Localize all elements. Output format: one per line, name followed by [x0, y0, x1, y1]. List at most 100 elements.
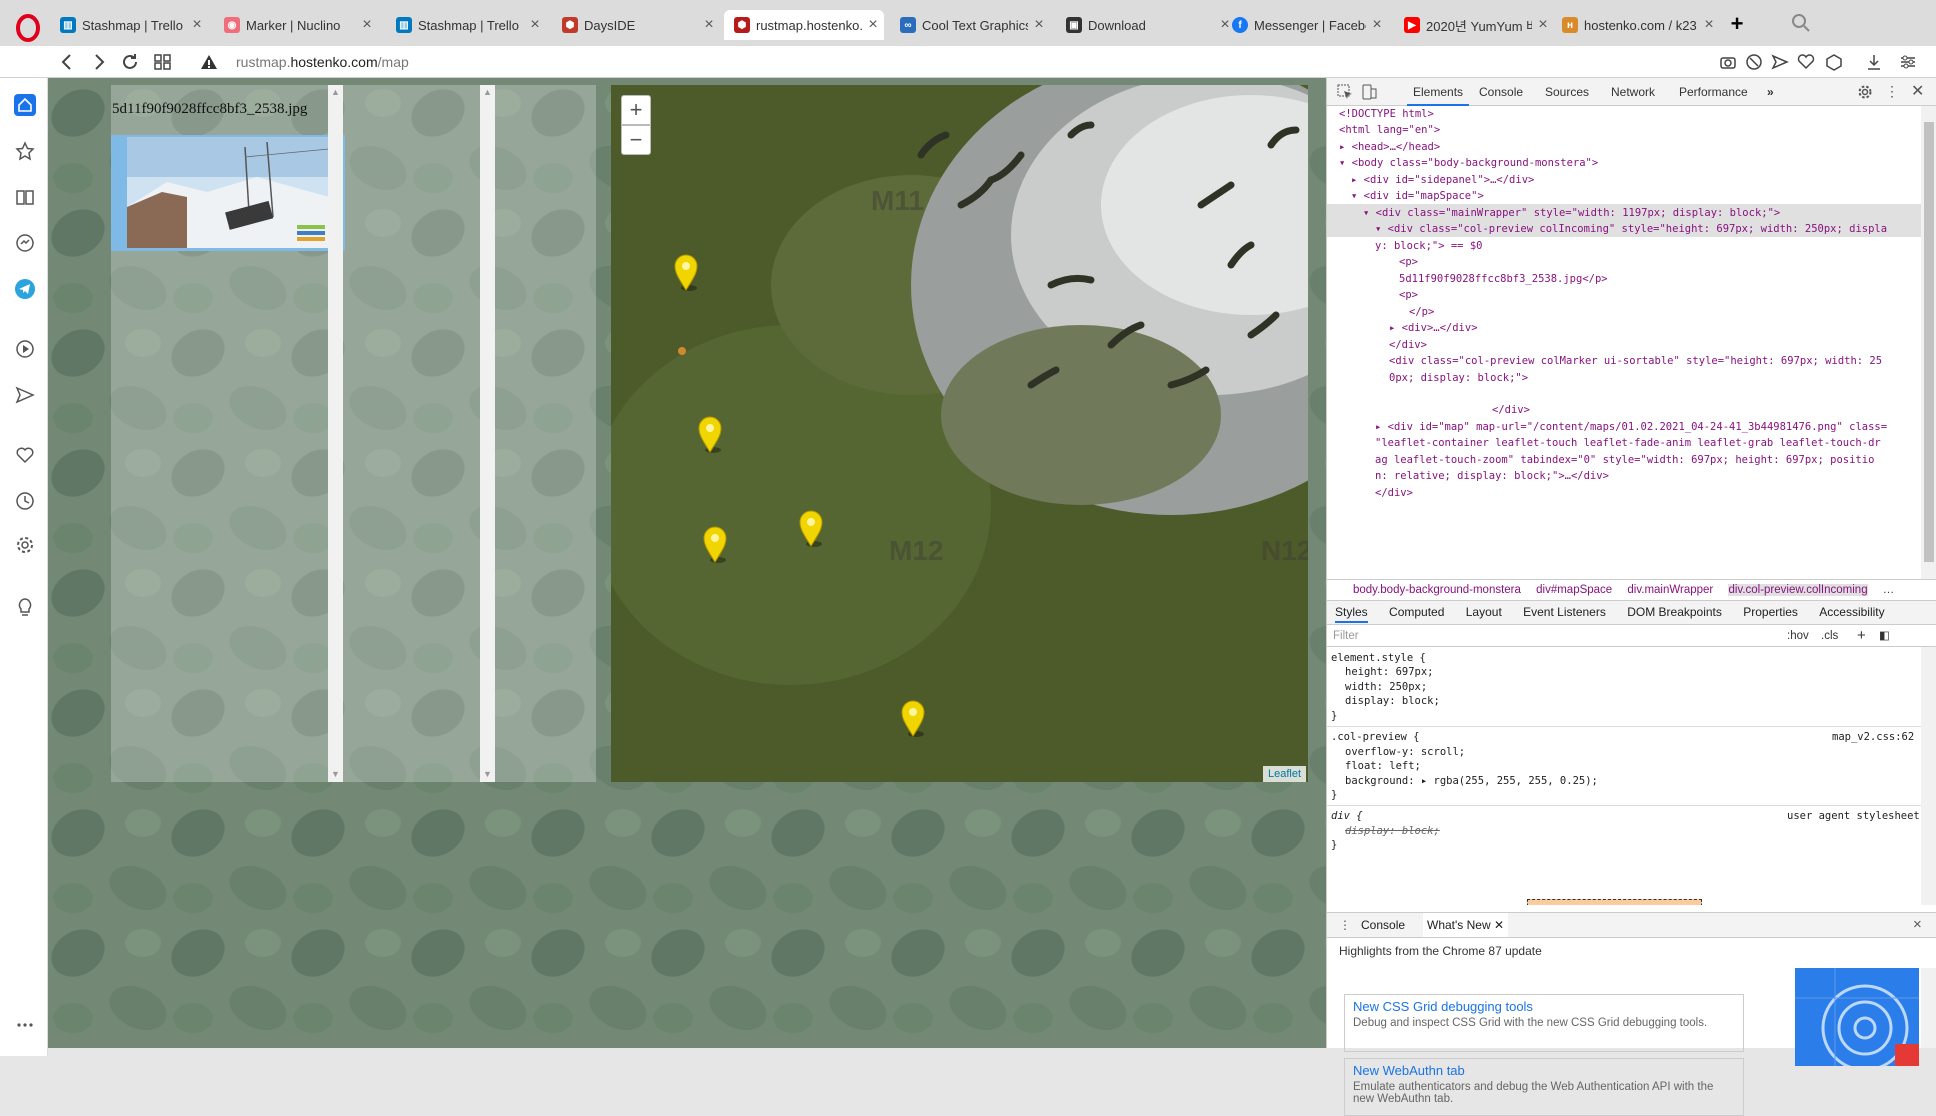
close-icon[interactable]: × — [698, 16, 720, 34]
devtools-tab-console[interactable]: Console — [1479, 78, 1523, 106]
messenger-icon[interactable] — [14, 232, 36, 254]
new-tab-button[interactable]: + — [1724, 12, 1750, 38]
subtab-layout[interactable]: Layout — [1466, 605, 1502, 619]
close-devtools-icon[interactable]: ✕ — [1911, 81, 1924, 101]
stylesheet-link[interactable]: map_v2.css:62 — [1832, 730, 1914, 745]
breadcrumb-mapspace[interactable]: div#mapSpace — [1536, 584, 1612, 596]
close-icon[interactable]: × — [1532, 16, 1554, 34]
close-icon[interactable]: × — [186, 16, 208, 34]
scroll-up-arrow-icon[interactable]: ▲ — [480, 85, 495, 100]
dom-line-marker[interactable]: <div class="col-preview colMarker ui-sor… — [1389, 353, 1882, 370]
close-tab-icon[interactable]: ✕ — [1494, 918, 1504, 932]
dom-line-div-close2[interactable]: </div> — [1492, 402, 1530, 419]
player-icon[interactable] — [14, 338, 36, 360]
map-marker-icon[interactable] — [900, 700, 926, 738]
marker-preview-column[interactable] — [361, 85, 596, 782]
styles-filter-input[interactable]: Filter — [1333, 625, 1359, 647]
warning-icon[interactable] — [198, 52, 220, 72]
styles-scrollbar[interactable] — [1921, 647, 1936, 905]
zoom-in-button[interactable]: + — [621, 95, 651, 125]
decl-height[interactable]: height: 697px; — [1345, 665, 1434, 680]
subtab-dom-breakpoints[interactable]: DOM Breakpoints — [1627, 605, 1722, 619]
easy-setup-icon[interactable] — [1898, 52, 1918, 72]
tab-rustmap[interactable]: ⬢ rustmap.hostenko.co × — [724, 10, 884, 40]
bookmarks-icon[interactable] — [14, 140, 36, 162]
tab-marker-nuclino[interactable]: ◉ Marker | Nuclino × — [214, 10, 378, 40]
leaflet-attribution-link[interactable]: Leaflet — [1262, 766, 1306, 782]
reading-list-icon[interactable] — [14, 186, 36, 208]
incoming-preview-column[interactable]: 5d11f90f9028ffcc8bf3_2538.jpg — [111, 85, 361, 782]
breadcrumb-col-preview[interactable]: div.col-preview.colIncoming — [1728, 584, 1868, 596]
heart-icon[interactable] — [14, 444, 36, 466]
settings-gear-icon[interactable] — [1857, 84, 1873, 100]
dom-line-map-4[interactable]: n: relative; display: block;">…</div> — [1375, 468, 1609, 485]
decl-float[interactable]: float: left; — [1345, 759, 1421, 774]
decl-background[interactable]: background: ▸ rgba(255, 255, 255, 0.25); — [1345, 774, 1598, 789]
whats-new-thumbnail[interactable] — [1795, 968, 1919, 1066]
map-marker-icon[interactable] — [673, 254, 699, 292]
scroll-up-arrow-icon[interactable]: ▲ — [328, 85, 343, 100]
scroll-down-arrow-icon[interactable]: ▼ — [328, 767, 343, 782]
tab-stashmap-trello[interactable]: ▥ Stashmap | Trello × — [50, 10, 208, 40]
drawer-menu-icon[interactable]: ⋮ — [1339, 913, 1351, 937]
tab-daysside[interactable]: ⬢ DaysIDE × — [552, 10, 720, 40]
tab-download[interactable]: ▣ Download × — [1056, 10, 1236, 40]
marker-scrollbar[interactable]: ▲ ▼ — [480, 85, 495, 782]
tab-youtube[interactable]: ▶ 2020년 YumYum 버 × — [1394, 10, 1554, 40]
more-tabs-icon[interactable]: » — [1767, 78, 1774, 106]
dom-line-map-2[interactable]: "leaflet-container leaflet-touch leaflet… — [1375, 435, 1881, 452]
dom-line-div-collapsed[interactable]: ▸ <div>…</div> — [1389, 320, 1478, 337]
heart-bookmark-icon[interactable] — [1796, 52, 1816, 72]
subtab-styles[interactable]: Styles — [1335, 605, 1368, 623]
zoom-out-button[interactable]: − — [621, 125, 651, 155]
preview-thumbnail-selected[interactable] — [111, 135, 345, 251]
download-icon[interactable] — [1864, 52, 1884, 72]
device-toolbar-icon[interactable] — [1361, 84, 1377, 100]
more-icon[interactable] — [14, 1014, 36, 1036]
breadcrumb-more[interactable]: … — [1883, 584, 1895, 596]
card-title[interactable]: New WebAuthn tab — [1353, 1063, 1735, 1078]
tab-search-icon[interactable] — [1790, 12, 1812, 34]
breadcrumb-body[interactable]: body.body-background-monstera — [1353, 584, 1521, 596]
dom-line-incoming[interactable]: ▾ <div class="col-preview colIncoming" s… — [1375, 221, 1887, 238]
leaflet-map[interactable]: M11 M12 N12 + − Leaflet — [611, 85, 1308, 782]
devtools-tab-network[interactable]: Network — [1611, 78, 1655, 106]
opera-logo-icon[interactable] — [14, 14, 42, 42]
close-icon[interactable]: × — [1698, 16, 1720, 34]
drawer-tab-console[interactable]: Console — [1361, 913, 1405, 937]
dom-line-p-text[interactable]: 5d11f90f9028ffcc8bf3_2538.jpg</p> — [1399, 271, 1608, 288]
devtools-tab-elements[interactable]: Elements — [1407, 78, 1470, 106]
whats-new-scrollbar[interactable] — [1921, 968, 1936, 1048]
subtab-properties[interactable]: Properties — [1743, 605, 1798, 619]
new-style-rule-icon[interactable]: + — [1857, 625, 1866, 647]
settings-icon[interactable] — [14, 534, 36, 556]
rule-div[interactable]: div { — [1331, 809, 1363, 824]
reload-icon[interactable] — [120, 52, 142, 72]
dom-line-p2[interactable]: <p> — [1399, 287, 1418, 304]
rule-element-style[interactable]: element.style { — [1331, 651, 1426, 666]
close-icon[interactable]: × — [356, 16, 378, 34]
dom-line-incoming-cont[interactable]: y: block;"> == $0 — [1375, 238, 1482, 255]
subtab-event-listeners[interactable]: Event Listeners — [1523, 605, 1606, 619]
close-icon[interactable]: × — [1028, 16, 1050, 34]
dom-line-map[interactable]: ▸ <div id="map" map-url="/content/maps/0… — [1375, 419, 1887, 436]
drawer-tab-whats-new[interactable]: What's New ✕ — [1423, 913, 1509, 937]
url-field[interactable]: rustmap.hostenko.com/map — [236, 54, 409, 70]
dom-line-marker-cont[interactable]: 0px; display: block;"> — [1389, 370, 1528, 387]
incoming-scrollbar[interactable]: ▲ ▼ — [328, 85, 343, 782]
home-icon[interactable] — [14, 94, 36, 116]
dom-line-head[interactable]: ▸ <head>…</head> — [1339, 139, 1440, 156]
telegram-icon[interactable] — [14, 278, 36, 300]
dom-line-html[interactable]: <html lang="en"> — [1339, 122, 1440, 139]
dom-line-div-close3[interactable]: </div> — [1375, 485, 1413, 502]
dom-line-div-close[interactable]: </div> — [1389, 337, 1427, 354]
card-title[interactable]: New CSS Grid debugging tools — [1353, 999, 1735, 1014]
whats-new-card-css-grid[interactable]: New CSS Grid debugging tools Debug and i… — [1344, 994, 1744, 1052]
dom-line-p[interactable]: <p> — [1399, 254, 1418, 271]
cls-toggle[interactable]: .cls — [1821, 625, 1838, 647]
tab-messenger[interactable]: f Messenger | Facebo × — [1222, 10, 1388, 40]
dom-line-p-close[interactable]: </p> — [1409, 304, 1434, 321]
whats-new-card-webauthn[interactable]: New WebAuthn tab Emulate authenticators … — [1344, 1058, 1744, 1116]
extension-cube-icon[interactable] — [1824, 52, 1844, 72]
forward-icon[interactable] — [88, 52, 110, 72]
